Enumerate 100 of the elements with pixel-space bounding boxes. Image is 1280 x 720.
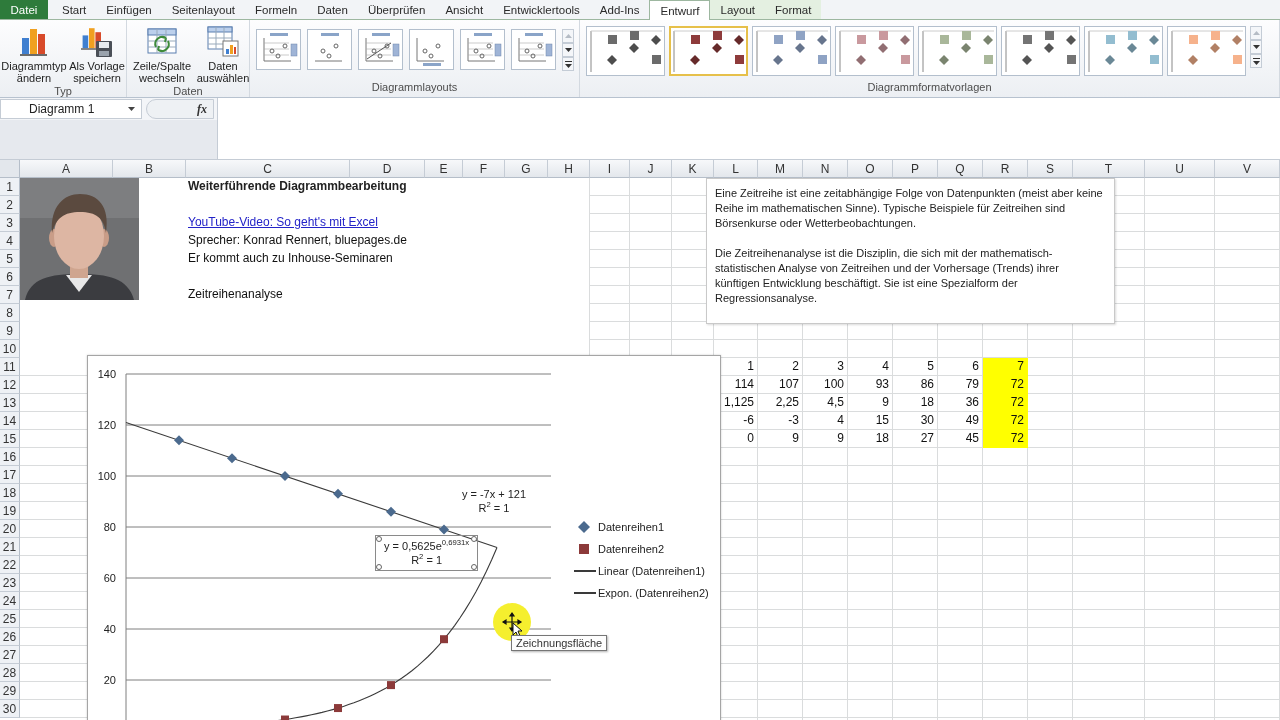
selection-handle[interactable] <box>376 564 382 570</box>
ribbon-button[interactable]: Zeile/Spalte wechseln <box>129 22 195 84</box>
chart-style-option[interactable] <box>669 26 748 76</box>
chart-layout-option[interactable] <box>358 29 403 70</box>
ribbon-tab[interactable]: Überprüfen <box>357 0 436 19</box>
row-header[interactable]: 22 <box>0 556 20 574</box>
ribbon-tab[interactable]: Datei <box>0 0 48 19</box>
column-header[interactable]: I <box>590 160 630 178</box>
sheet-text: Zeitreihenanalyse <box>188 286 283 303</box>
column-header[interactable]: V <box>1215 160 1280 178</box>
chart-layout-option[interactable] <box>409 29 454 70</box>
row-header[interactable]: 28 <box>0 664 20 682</box>
chart-layout-option[interactable] <box>460 29 505 70</box>
column-header[interactable]: J <box>630 160 672 178</box>
row-header[interactable]: 29 <box>0 682 20 700</box>
column-header[interactable]: E <box>425 160 463 178</box>
trendline-label-box[interactable]: y = 0,5625e$^{0,6931x}$ R$^{2}$ = 1 <box>375 535 479 571</box>
row-header[interactable]: 18 <box>0 484 20 502</box>
row-header[interactable]: 27 <box>0 646 20 664</box>
chart-layout-option[interactable] <box>307 29 352 70</box>
column-header[interactable]: T <box>1073 160 1145 178</box>
ribbon-tab[interactable]: Entwicklertools <box>493 0 590 19</box>
gallery-more-button[interactable] <box>1250 54 1262 68</box>
column-header[interactable]: M <box>758 160 803 178</box>
row-header[interactable]: 10 <box>0 340 20 358</box>
axis-label: 20 <box>103 674 116 686</box>
column-header[interactable]: U <box>1145 160 1215 178</box>
column-header[interactable]: S <box>1028 160 1073 178</box>
selection-handle[interactable] <box>471 564 478 570</box>
ribbon-tab[interactable]: Seitenlayout <box>161 0 245 19</box>
column-header[interactable]: B <box>113 160 186 178</box>
name-box[interactable]: Diagramm 1 <box>0 99 142 119</box>
ribbon-tab[interactable]: Start <box>52 0 97 19</box>
row-header[interactable]: 6 <box>0 268 20 286</box>
insert-function-button[interactable]: fx <box>195 101 209 117</box>
chevron-up-icon <box>564 34 572 38</box>
ribbon-tab[interactable]: Add-Ins <box>589 0 650 19</box>
row-header[interactable]: 20 <box>0 520 20 538</box>
row-header[interactable]: 14 <box>0 412 20 430</box>
row-header[interactable]: 30 <box>0 700 20 718</box>
column-header[interactable]: C <box>186 160 350 178</box>
column-header[interactable]: G <box>505 160 548 178</box>
row-header[interactable]: 15 <box>0 430 20 448</box>
row-header[interactable]: 5 <box>0 250 20 268</box>
ribbon-button[interactable]: Daten auswählen <box>195 22 251 84</box>
ribbon-tab[interactable]: Formeln <box>245 0 308 19</box>
row-header[interactable]: 26 <box>0 628 20 646</box>
row-header[interactable]: 2 <box>0 196 20 214</box>
row-header[interactable]: 7 <box>0 286 20 304</box>
gallery-down-button[interactable] <box>1250 40 1262 54</box>
row-header[interactable]: 24 <box>0 592 20 610</box>
column-header[interactable]: P <box>893 160 938 178</box>
ribbon-tab[interactable]: Entwurf <box>649 0 711 21</box>
chart-style-option[interactable] <box>586 26 665 76</box>
table-cell-text: -3 <box>787 412 800 429</box>
row-header[interactable]: 4 <box>0 232 20 250</box>
row-header[interactable]: 17 <box>0 466 20 484</box>
row-header[interactable]: 12 <box>0 376 20 394</box>
video-link[interactable]: YouTube-Video: So geht's mit Excel <box>188 214 378 231</box>
row-header[interactable]: 11 <box>0 358 20 376</box>
row-header[interactable]: 3 <box>0 214 20 232</box>
ribbon-tab[interactable]: Einfügen <box>96 0 162 19</box>
row-header[interactable]: 23 <box>0 574 20 592</box>
column-header[interactable]: D <box>350 160 425 178</box>
column-header[interactable]: Q <box>938 160 983 178</box>
chart-style-option[interactable] <box>752 26 831 76</box>
chart-style-option[interactable] <box>1001 26 1080 76</box>
column-header[interactable]: R <box>983 160 1028 178</box>
row-header[interactable]: 21 <box>0 538 20 556</box>
ribbon-tab[interactable]: Layout <box>710 0 765 19</box>
row-header[interactable]: 25 <box>0 610 20 628</box>
selection-handle[interactable] <box>471 536 478 542</box>
row-header[interactable]: 1 <box>0 178 20 196</box>
column-header[interactable]: F <box>463 160 505 178</box>
column-header[interactable]: L <box>714 160 758 178</box>
column-header[interactable]: N <box>803 160 848 178</box>
chart-layout-option[interactable] <box>256 29 301 70</box>
row-header[interactable]: 13 <box>0 394 20 412</box>
gallery-down-button[interactable] <box>562 43 574 57</box>
row-header[interactable]: 19 <box>0 502 20 520</box>
selection-handle[interactable] <box>376 536 382 542</box>
data-point <box>439 524 449 535</box>
legend-line-icon <box>574 570 596 572</box>
column-header[interactable]: K <box>672 160 714 178</box>
ribbon-tab[interactable]: Daten <box>307 0 358 19</box>
column-header[interactable]: H <box>548 160 590 178</box>
chart-layout-option[interactable] <box>511 29 556 70</box>
column-header[interactable]: O <box>848 160 893 178</box>
column-header[interactable]: A <box>20 160 113 178</box>
ribbon-button[interactable]: Diagrammtyp ändern <box>0 22 68 84</box>
ribbon-button[interactable]: Als Vorlage speichern <box>68 22 126 84</box>
gallery-more-button[interactable] <box>562 57 574 71</box>
ribbon-tab[interactable]: Format <box>765 0 822 19</box>
row-header[interactable]: 8 <box>0 304 20 322</box>
sheet-title: Weiterführende Diagrammbearbeitung <box>188 178 407 195</box>
row-header[interactable]: 16 <box>0 448 20 466</box>
row-header[interactable]: 9 <box>0 322 20 340</box>
tooltip: Zeichnungsfläche <box>511 635 608 651</box>
ribbon-tab[interactable]: Ansicht <box>435 0 494 19</box>
legend-label: Linear (Datenreihen1) <box>598 565 705 577</box>
